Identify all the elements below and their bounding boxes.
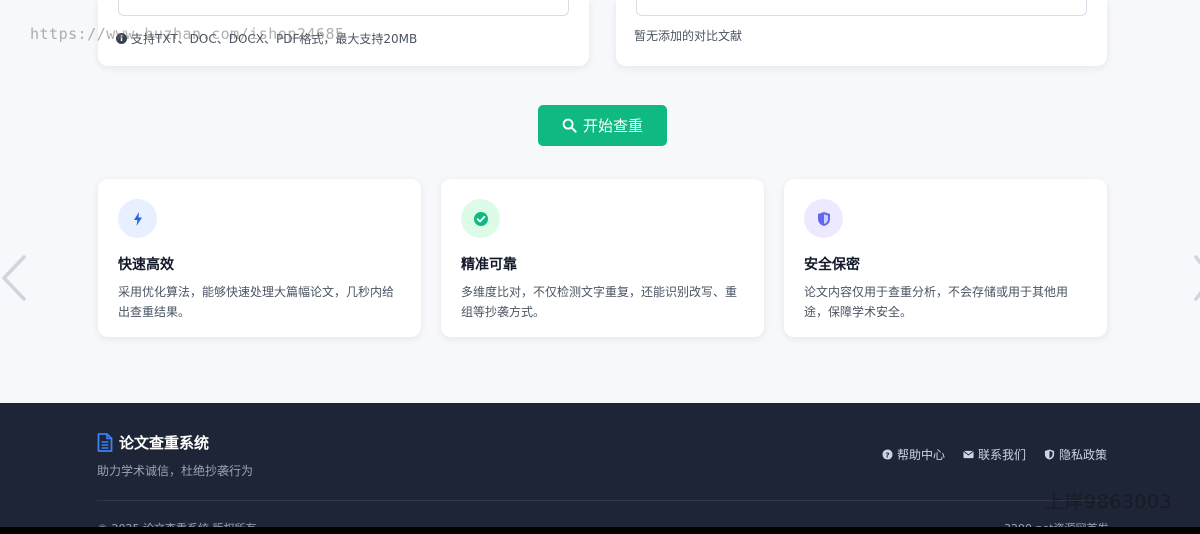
svg-text:?: ? xyxy=(885,450,889,459)
compare-card: 暂无添加的对比文献 xyxy=(616,0,1107,66)
upload-hint: i 支持TXT、DOC、DOCX、PDF格式，最大支持20MB xyxy=(116,30,417,47)
footer-link-contact[interactable]: 联系我们 xyxy=(963,446,1026,463)
start-check-label: 开始查重 xyxy=(582,117,643,135)
footer-link-help-label: 帮助中心 xyxy=(896,448,945,462)
upload-card: i 支持TXT、DOC、DOCX、PDF格式，最大支持20MB xyxy=(98,0,589,66)
info-icon: i xyxy=(116,33,127,44)
footer-links: ? 帮助中心 联系我们 隐私政策 xyxy=(882,446,1107,463)
search-icon xyxy=(562,118,577,133)
footer-link-contact-label: 联系我们 xyxy=(977,448,1026,462)
footer-divider xyxy=(97,500,1107,501)
feature-card-fast: 快速高效 采用优化算法，能够快速处理大篇幅论文，几秒内给出查重结果。 xyxy=(98,179,421,337)
footer-link-privacy[interactable]: 隐私政策 xyxy=(1044,446,1107,463)
feature-title: 快速高效 xyxy=(118,257,174,273)
compare-file-area[interactable] xyxy=(636,0,1087,16)
start-check-button[interactable]: 开始查重 xyxy=(538,105,667,146)
footer-slogan: 助力学术诚信，杜绝抄袭行为 xyxy=(97,464,254,478)
footer-brand: 论文查重系统 xyxy=(97,432,209,453)
shield-icon xyxy=(804,199,843,238)
footer: 论文查重系统 助力学术诚信，杜绝抄袭行为 ? 帮助中心 联系我们 隐私政策 © … xyxy=(0,403,1200,534)
question-circle-icon: ? xyxy=(882,449,893,460)
feature-card-secure: 安全保密 论文内容仅用于查重分析，不会存储或用于其他用途，保障学术安全。 xyxy=(784,179,1107,337)
chevron-left-icon[interactable] xyxy=(0,253,30,303)
file-drop-area[interactable] xyxy=(118,0,569,16)
upload-hint-text: 支持TXT、DOC、DOCX、PDF格式，最大支持20MB xyxy=(131,32,418,46)
feature-desc: 多维度比对，不仅检测文字重复，还能识别改写、重组等抄袭方式。 xyxy=(461,285,738,319)
feature-card-accurate: 精准可靠 多维度比对，不仅检测文字重复，还能识别改写、重组等抄袭方式。 xyxy=(441,179,764,337)
bolt-icon xyxy=(118,199,157,238)
feature-desc: 论文内容仅用于查重分析，不会存储或用于其他用途，保障学术安全。 xyxy=(804,285,1069,319)
footer-link-help[interactable]: ? 帮助中心 xyxy=(882,446,945,463)
feature-desc: 采用优化算法，能够快速处理大篇幅论文，几秒内给出查重结果。 xyxy=(118,285,395,319)
document-icon xyxy=(97,433,113,452)
feature-title: 安全保密 xyxy=(804,257,860,273)
footer-brand-name: 论文查重系统 xyxy=(119,434,210,452)
footer-link-privacy-label: 隐私政策 xyxy=(1058,448,1107,462)
compare-hint: 暂无添加的对比文献 xyxy=(634,29,743,43)
check-circle-icon xyxy=(461,199,500,238)
chevron-right-icon[interactable] xyxy=(1192,253,1200,303)
feature-title: 精准可靠 xyxy=(461,257,517,273)
screen-bottom-bar xyxy=(0,527,1200,534)
envelope-icon xyxy=(963,450,974,459)
shield-icon xyxy=(1044,449,1055,460)
overlay-watermark: 上岸9863003 xyxy=(1045,491,1173,513)
